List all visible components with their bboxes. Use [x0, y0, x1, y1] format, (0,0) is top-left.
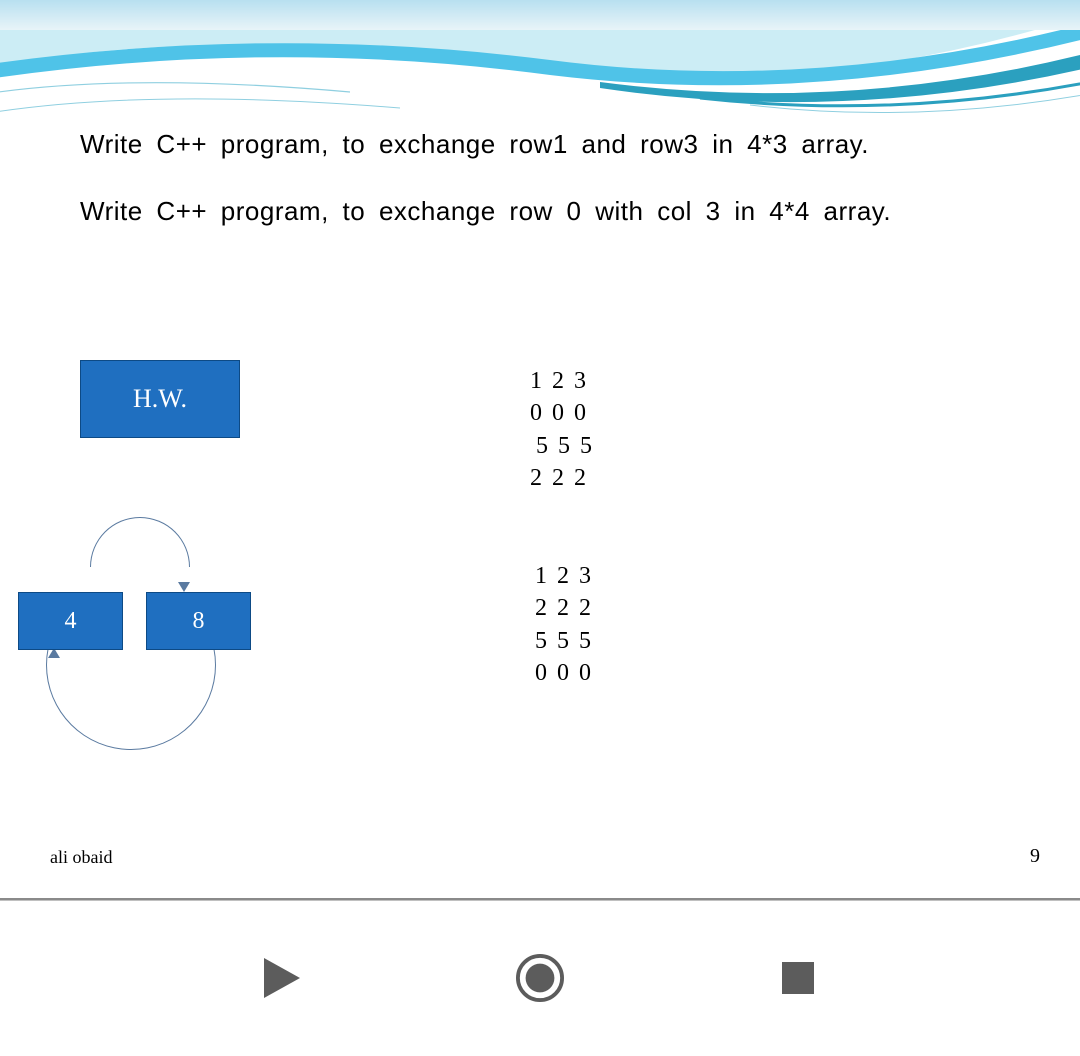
matrix-after: 1 2 3 2 2 2 5 5 5 0 0 0 — [535, 560, 591, 690]
matrix-row: 5 5 5 — [530, 430, 592, 462]
status-bar — [0, 0, 1080, 30]
matrix-row: 1 2 3 — [535, 560, 591, 592]
swap-value-a-text: 4 — [65, 608, 77, 635]
matrix-row: 2 2 2 — [535, 592, 591, 624]
slide-content: Write C++ program, to exchange row1 and … — [0, 30, 1080, 231]
matrix-before: 1 2 3 0 0 0 5 5 5 2 2 2 — [530, 365, 592, 495]
play-button[interactable] — [258, 954, 306, 1002]
screen: Write C++ program, to exchange row1 and … — [0, 0, 1080, 1056]
homework-box: H.W. — [80, 360, 240, 438]
slide: Write C++ program, to exchange row1 and … — [0, 30, 1080, 900]
task-1-text: Write C++ program, to exchange row1 and … — [80, 125, 1000, 164]
stop-icon — [781, 961, 815, 995]
play-icon — [262, 956, 302, 1000]
swap-diagram: 4 8 — [18, 520, 258, 760]
swap-value-b-text: 8 — [193, 608, 205, 635]
task-2-text: Write C++ program, to exchange row 0 wit… — [80, 192, 1000, 231]
arrow-down-icon — [178, 582, 190, 592]
swap-value-a: 4 — [18, 592, 123, 650]
media-nav-bar — [0, 900, 1080, 1056]
record-icon — [516, 953, 564, 1003]
homework-label: H.W. — [133, 384, 187, 414]
swap-value-b: 8 — [146, 592, 251, 650]
matrix-row: 1 2 3 — [530, 365, 592, 397]
matrix-row: 0 0 0 — [535, 657, 591, 689]
stop-button[interactable] — [774, 954, 822, 1002]
record-button[interactable] — [516, 954, 564, 1002]
matrix-row: 0 0 0 — [530, 397, 592, 429]
matrix-row: 5 5 5 — [535, 625, 591, 657]
page-number: 9 — [1030, 845, 1040, 868]
author-label: ali obaid — [50, 847, 112, 868]
matrix-row: 2 2 2 — [530, 462, 592, 494]
